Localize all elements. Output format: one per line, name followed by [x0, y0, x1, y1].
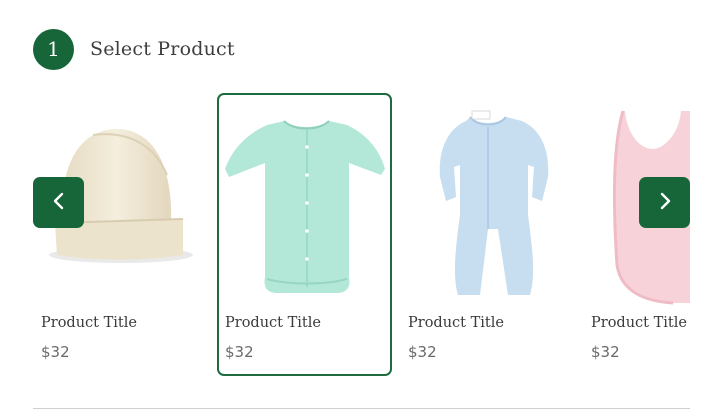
step-number-badge: 1 [33, 28, 74, 70]
product-image-footie [400, 105, 575, 305]
product-card[interactable]: Product Title $32 [400, 93, 575, 376]
product-price: $32 [408, 343, 437, 361]
product-price: $32 [225, 343, 254, 361]
carousel-next-button[interactable] [639, 177, 690, 228]
product-price: $32 [41, 343, 70, 361]
product-card[interactable]: Product Title $32 [33, 93, 208, 376]
carousel-prev-button[interactable] [33, 177, 84, 228]
product-title: Product Title [591, 315, 687, 331]
product-card[interactable]: Product Title $32 [583, 93, 690, 376]
product-image-baby-gown [219, 107, 394, 307]
step-title: Select Product [90, 38, 235, 60]
product-title: Product Title [408, 315, 504, 331]
product-price: $32 [591, 343, 620, 361]
chevron-right-icon [655, 191, 675, 215]
product-title: Product Title [41, 315, 137, 331]
chevron-left-icon [49, 191, 69, 215]
product-title: Product Title [225, 315, 321, 331]
section-divider [33, 408, 690, 409]
step-header: 1 Select Product [33, 28, 235, 70]
product-card-selected[interactable]: Product Title $32 [217, 93, 392, 376]
product-carousel: Product Title $32 Product Title $32 Prod… [33, 93, 690, 378]
